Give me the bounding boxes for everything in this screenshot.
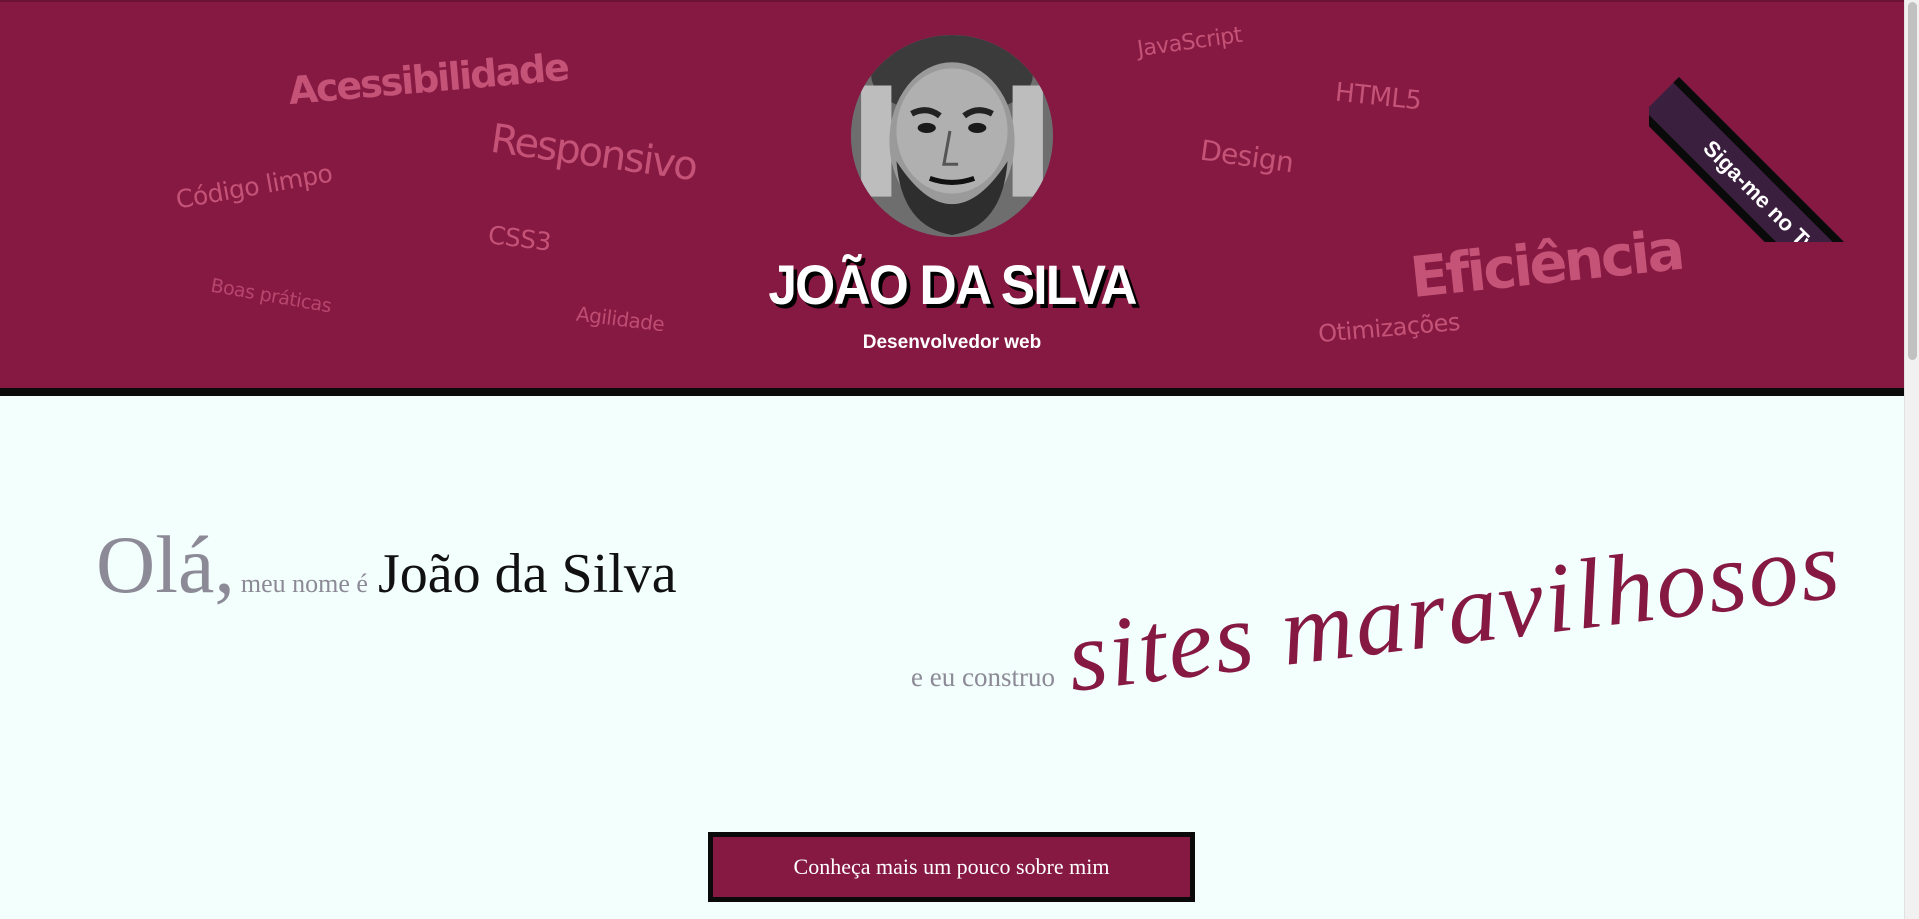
- tag-javascript: JavaScript: [1135, 22, 1244, 63]
- page-title: JOÃO DA SILVA: [768, 253, 1137, 316]
- tag-design: Design: [1198, 133, 1296, 180]
- tag-html5: HTML5: [1333, 77, 1423, 117]
- twitter-ribbon-container: Siga-me no Twitter: [1649, 2, 1889, 242]
- tag-acessibilidade: Acessibilidade: [286, 44, 570, 114]
- profile-photo: [851, 35, 1053, 237]
- scrollbar-thumb[interactable]: [1908, 2, 1917, 360]
- intro-line: Olá, meu nome é João da Silva: [96, 518, 677, 612]
- tag-responsivo: Responsivo: [487, 115, 699, 191]
- site-header: Acessibilidade Responsivo Código limpo C…: [0, 0, 1904, 396]
- build-prefix-text: e eu construo: [911, 662, 1055, 692]
- greeting-text: Olá,: [96, 519, 235, 610]
- profile-photo-illustration: [851, 35, 1053, 237]
- highlight-text: sites maravilhosos: [1061, 508, 1847, 714]
- tag-codigo-limpo: Código limpo: [173, 158, 335, 215]
- twitter-follow-ribbon[interactable]: Siga-me no Twitter: [1649, 77, 1889, 242]
- page-subtitle: Desenvolvedor web: [862, 332, 1042, 353]
- about-me-button[interactable]: Conheça mais um pouco sobre mim: [708, 832, 1195, 902]
- page-scrollbar[interactable]: [1904, 0, 1919, 919]
- name-prefix-text: meu nome é: [240, 569, 368, 598]
- intro-name: João da Silva: [377, 543, 677, 605]
